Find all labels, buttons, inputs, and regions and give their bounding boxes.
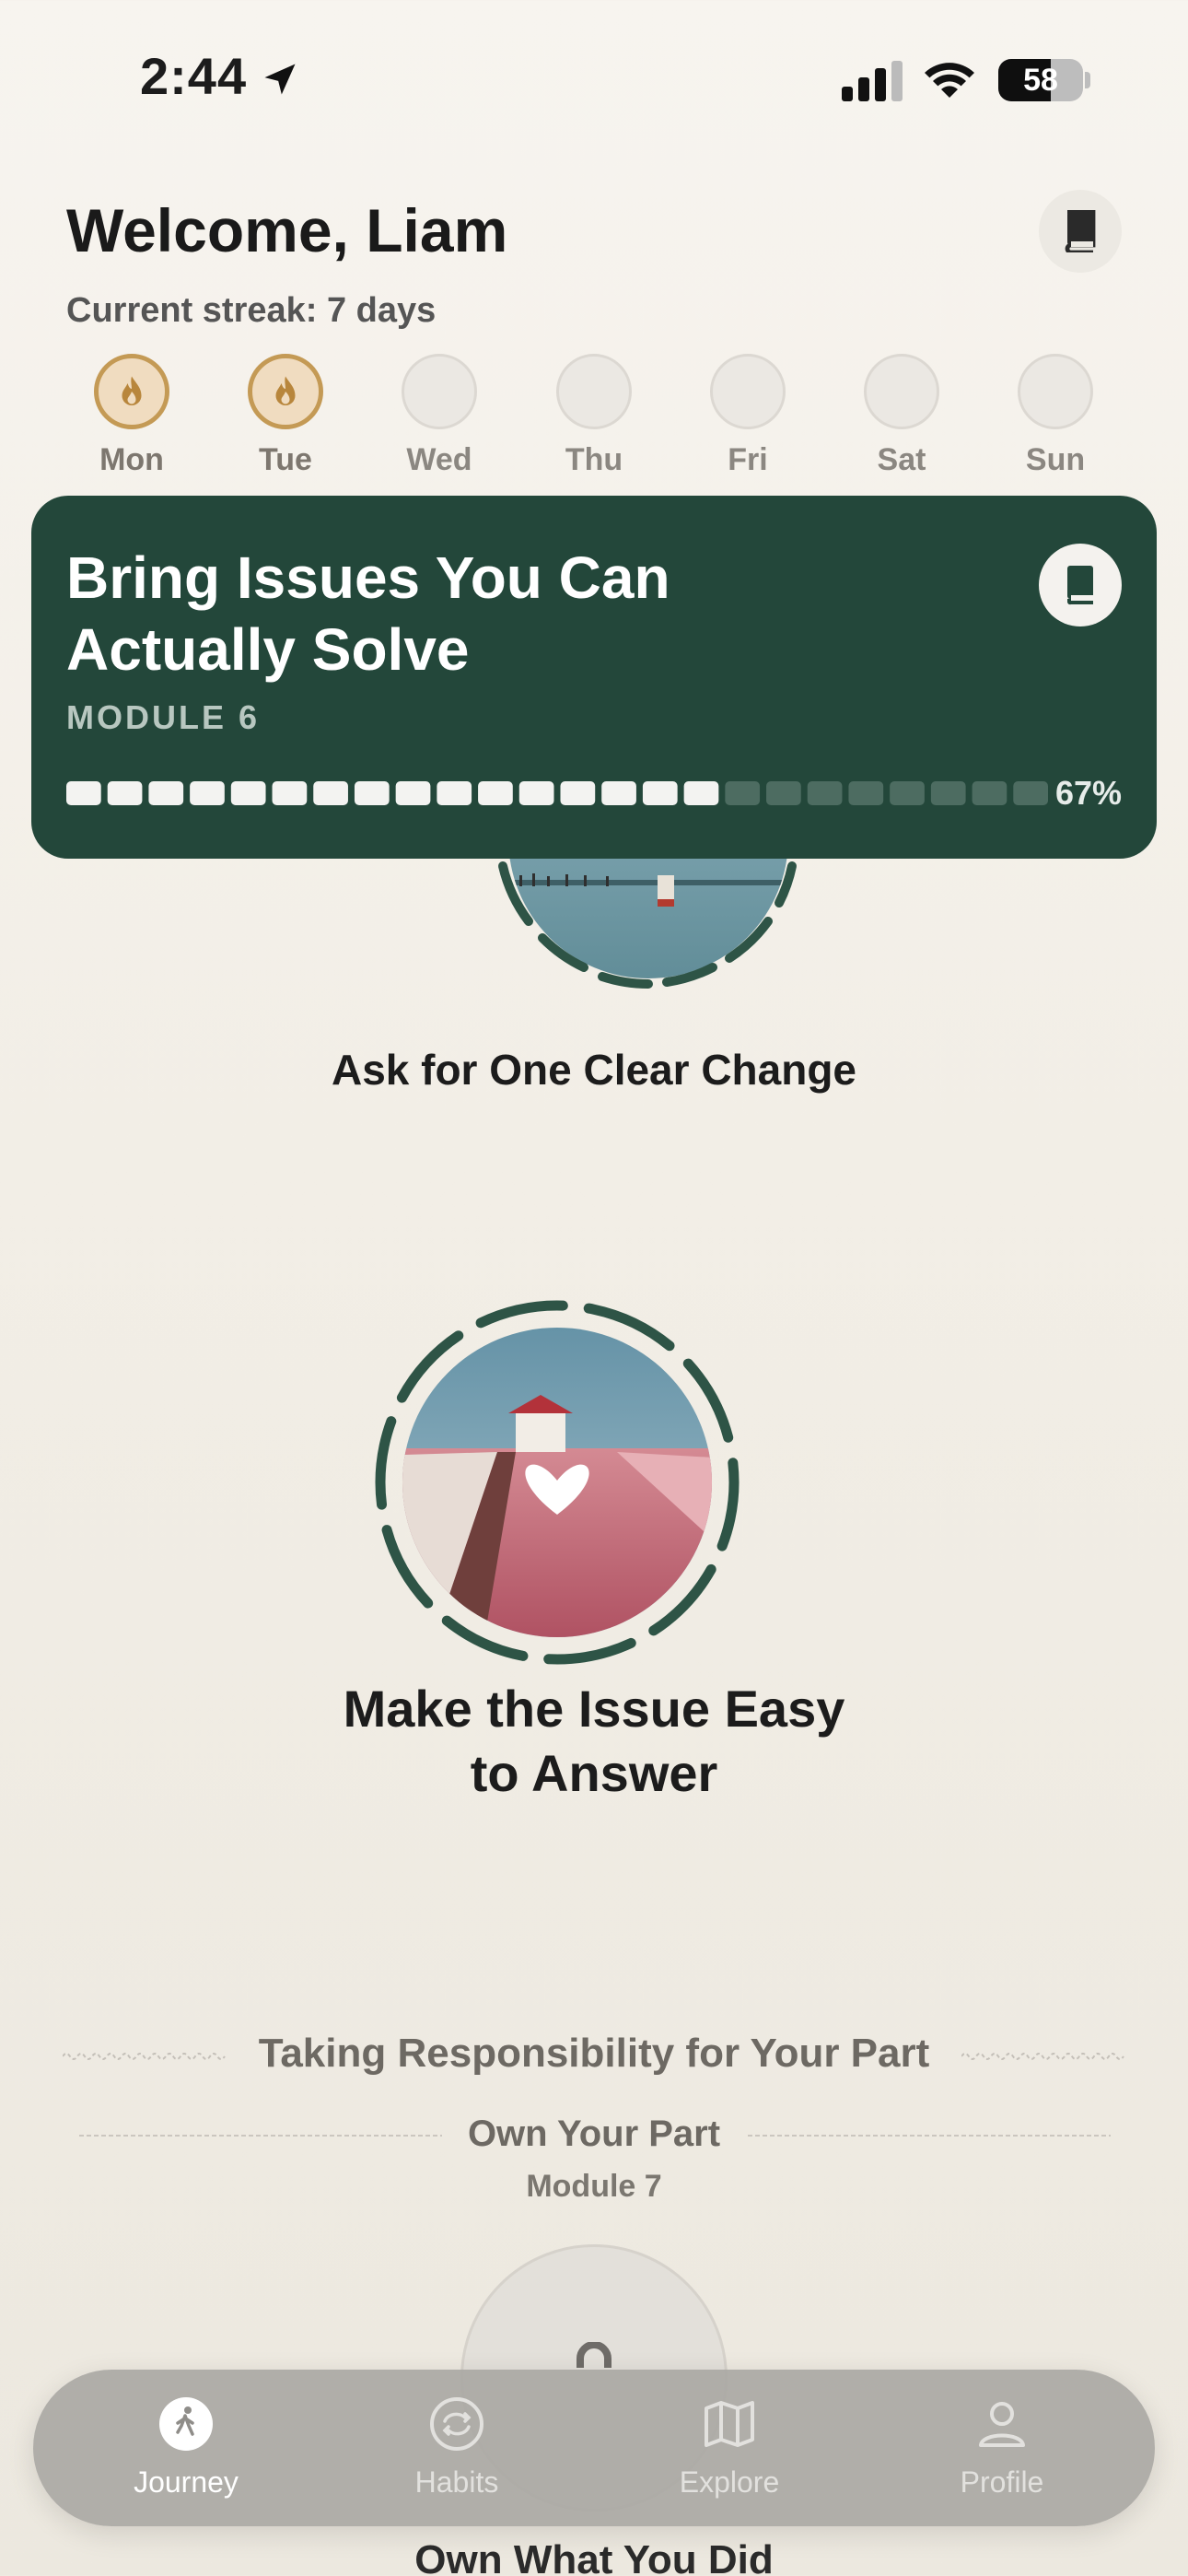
day-label: Tue bbox=[259, 442, 312, 477]
progress-segment-filled bbox=[107, 781, 143, 805]
wavy-divider bbox=[961, 2053, 1124, 2060]
streak-text: Current streak: 7 days bbox=[66, 291, 437, 330]
day-sat: Sat bbox=[846, 354, 957, 478]
progress-segment-empty bbox=[766, 781, 801, 805]
day-label: Fri bbox=[728, 442, 768, 477]
cellular-signal-icon bbox=[842, 61, 903, 101]
battery-nub bbox=[1085, 72, 1090, 88]
day-dot bbox=[94, 354, 169, 429]
day-wed: Wed bbox=[384, 354, 495, 478]
progress-segment-filled bbox=[66, 781, 101, 805]
wavy-divider bbox=[748, 2135, 1111, 2137]
progress-segment-filled bbox=[148, 781, 184, 805]
progress-segment-empty bbox=[725, 781, 761, 805]
module-label: MODULE 6 bbox=[66, 698, 261, 736]
progress-segment-filled bbox=[313, 781, 348, 805]
lesson-title[interactable]: Own What You Did bbox=[0, 2537, 1188, 2576]
progress-segment-filled bbox=[601, 781, 636, 805]
progress-segment-filled bbox=[230, 781, 266, 805]
book-icon bbox=[1066, 566, 1093, 605]
current-module-card[interactable]: Bring Issues You Can Actually Solve MODU… bbox=[31, 496, 1157, 859]
lesson-node-make-issue-easy[interactable] bbox=[368, 1294, 746, 1671]
progress-segment-filled bbox=[395, 781, 431, 805]
tab-label: Journey bbox=[134, 2465, 239, 2499]
progress-segment-filled bbox=[437, 781, 472, 805]
day-label: Mon bbox=[99, 442, 164, 477]
day-dot bbox=[1018, 354, 1093, 429]
progress-segment-filled bbox=[642, 781, 678, 805]
progress-percent: 67% bbox=[1054, 774, 1122, 812]
day-dot bbox=[248, 354, 323, 429]
welcome-title: Welcome, Liam bbox=[66, 196, 508, 264]
day-mon: Mon bbox=[76, 354, 187, 478]
lesson-title-line: Make the Issue Easy bbox=[343, 1680, 845, 1738]
day-dot bbox=[402, 354, 477, 429]
battery-level: 58 bbox=[1023, 63, 1058, 98]
progress-segment-empty bbox=[930, 781, 966, 805]
day-label: Thu bbox=[565, 442, 623, 477]
flame-icon bbox=[122, 376, 142, 405]
location-arrow-icon bbox=[264, 64, 296, 95]
map-icon bbox=[705, 2401, 754, 2447]
progress-segment-filled bbox=[272, 781, 308, 805]
module-label: Module 7 bbox=[526, 2169, 662, 2204]
progress-segment-filled bbox=[478, 781, 513, 805]
module-book-button[interactable] bbox=[1039, 544, 1122, 626]
day-label: Sun bbox=[1025, 442, 1086, 477]
lesson-title-line: to Answer bbox=[470, 1744, 718, 1802]
tab-label: Habits bbox=[414, 2465, 499, 2499]
person-icon bbox=[979, 2402, 1025, 2447]
progress-segment-filled bbox=[560, 781, 596, 805]
flame-icon bbox=[275, 376, 296, 405]
progress-segment-filled bbox=[190, 781, 225, 805]
day-label: Sat bbox=[877, 442, 926, 477]
day-tue: Tue bbox=[230, 354, 341, 478]
week-streak: Mon Tue Wed Thu Fri Sat Sun bbox=[0, 354, 1188, 477]
tab-explore[interactable]: Explore bbox=[637, 2395, 821, 2500]
day-dot bbox=[556, 354, 632, 429]
day-fri: Fri bbox=[693, 354, 803, 478]
book-icon bbox=[1065, 210, 1096, 252]
walking-person-icon bbox=[159, 2397, 213, 2451]
progress-segment-filled bbox=[518, 781, 554, 805]
repeat-icon bbox=[430, 2397, 483, 2451]
lesson-title[interactable]: Make the Issue Easy to Answer bbox=[0, 1677, 1188, 1806]
progress-segment-filled bbox=[683, 781, 719, 805]
tab-label: Profile bbox=[960, 2465, 1044, 2499]
tab-label: Explore bbox=[679, 2465, 780, 2499]
progress-segment-filled bbox=[354, 781, 390, 805]
progress-segment-empty bbox=[972, 781, 1007, 805]
lesson-title[interactable]: Ask for One Clear Change bbox=[0, 1045, 1188, 1095]
module-progress-bar bbox=[66, 781, 1048, 805]
status-time: 2:44 bbox=[140, 47, 248, 105]
module-title: Bring Issues You Can Actually Solve bbox=[66, 544, 670, 683]
status-bar: 2:44 58 bbox=[0, 0, 1188, 138]
progress-segment-empty bbox=[807, 781, 843, 805]
tab-profile[interactable]: Profile bbox=[910, 2395, 1094, 2500]
day-dot bbox=[710, 354, 786, 429]
journal-button[interactable] bbox=[1039, 190, 1122, 273]
progress-segment-empty bbox=[1013, 781, 1048, 805]
tab-habits[interactable]: Habits bbox=[365, 2395, 549, 2500]
tab-bar: Journey Habits Explore Profile bbox=[33, 2370, 1155, 2526]
wifi-icon bbox=[925, 63, 974, 98]
progress-segment-empty bbox=[848, 781, 884, 805]
day-sun: Sun bbox=[1000, 354, 1111, 478]
day-thu: Thu bbox=[539, 354, 649, 478]
battery-indicator: 58 bbox=[998, 59, 1083, 101]
day-label: Wed bbox=[406, 442, 472, 477]
progress-segment-empty bbox=[890, 781, 925, 805]
day-dot bbox=[864, 354, 939, 429]
tab-journey[interactable]: Journey bbox=[94, 2395, 278, 2500]
